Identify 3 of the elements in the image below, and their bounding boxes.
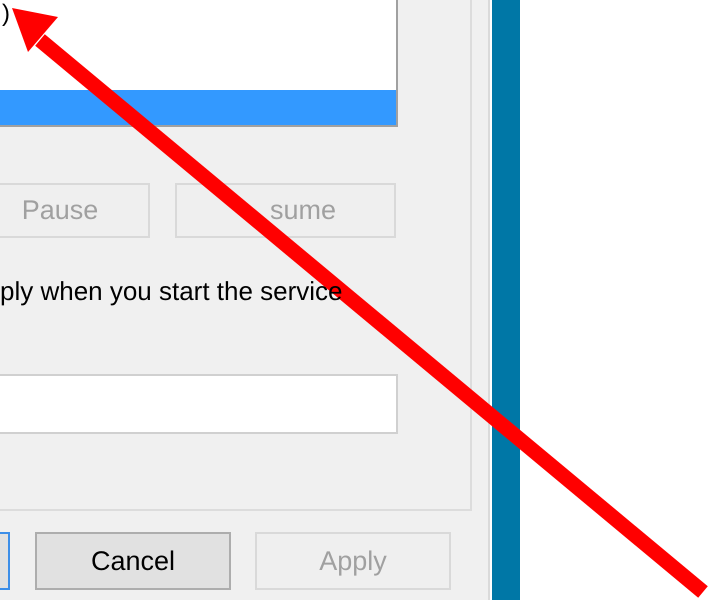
list-row[interactable]	[0, 90, 396, 125]
parameters-field[interactable]	[0, 374, 398, 434]
button[interactable]: Cancel	[35, 532, 231, 590]
